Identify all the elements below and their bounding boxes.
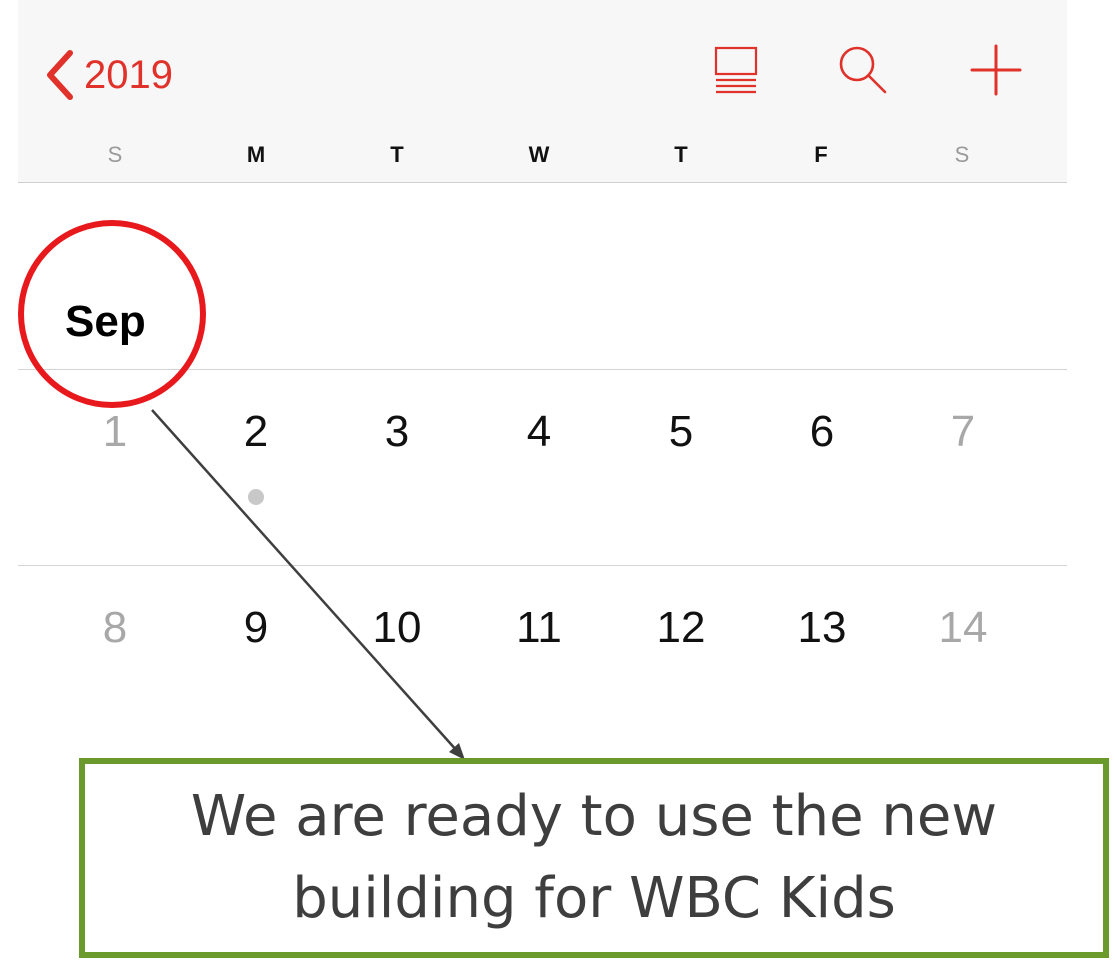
day-cell[interactable]: 10 [352, 598, 442, 658]
day-cell[interactable]: 8 [70, 598, 160, 658]
day-cell[interactable]: 4 [494, 402, 584, 462]
weekday-saturday: S [954, 142, 970, 167]
weekday-friday: F [814, 142, 828, 167]
callout-box: We are ready to use the new building for… [79, 758, 1109, 958]
day-cell[interactable]: 14 [918, 598, 1008, 658]
callout-text: We are ready to use the new building for… [181, 776, 1007, 940]
day-cell[interactable]: 6 [777, 402, 867, 462]
month-highlight-circle [18, 220, 206, 408]
day-cell[interactable]: 5 [636, 402, 726, 462]
back-to-year-button[interactable]: 2019 [40, 45, 173, 105]
list-view-icon[interactable] [706, 40, 766, 100]
back-label: 2019 [84, 53, 173, 97]
day-cell[interactable]: 13 [777, 598, 867, 658]
day-cell[interactable]: 3 [352, 402, 442, 462]
weekday-monday: M [246, 142, 266, 167]
weekday-thursday: T [674, 142, 688, 167]
callout-line-2: building for WBC Kids [292, 866, 896, 931]
callout-line-1: We are ready to use the new [190, 784, 998, 849]
chevron-left-icon [47, 50, 73, 100]
weekday-sunday: S [107, 142, 123, 167]
day-cell[interactable]: 9 [211, 598, 301, 658]
week-divider [18, 565, 1067, 566]
weekday-wednesday: W [528, 142, 550, 167]
plus-icon[interactable] [966, 40, 1026, 100]
day-cell[interactable]: 11 [494, 598, 584, 658]
weekday-tuesday: T [390, 142, 404, 167]
weekday-header: S M T W T F S [18, 135, 1067, 175]
search-icon[interactable] [833, 40, 893, 100]
day-cell[interactable]: 1 [70, 402, 160, 462]
day-cell[interactable]: 12 [636, 598, 726, 658]
day-cell[interactable]: 7 [918, 402, 1008, 462]
event-indicator-dot [248, 489, 264, 505]
calendar-nav-bar: 2019 S M T W T F S [18, 0, 1067, 183]
day-cell[interactable]: 2 [211, 402, 301, 462]
